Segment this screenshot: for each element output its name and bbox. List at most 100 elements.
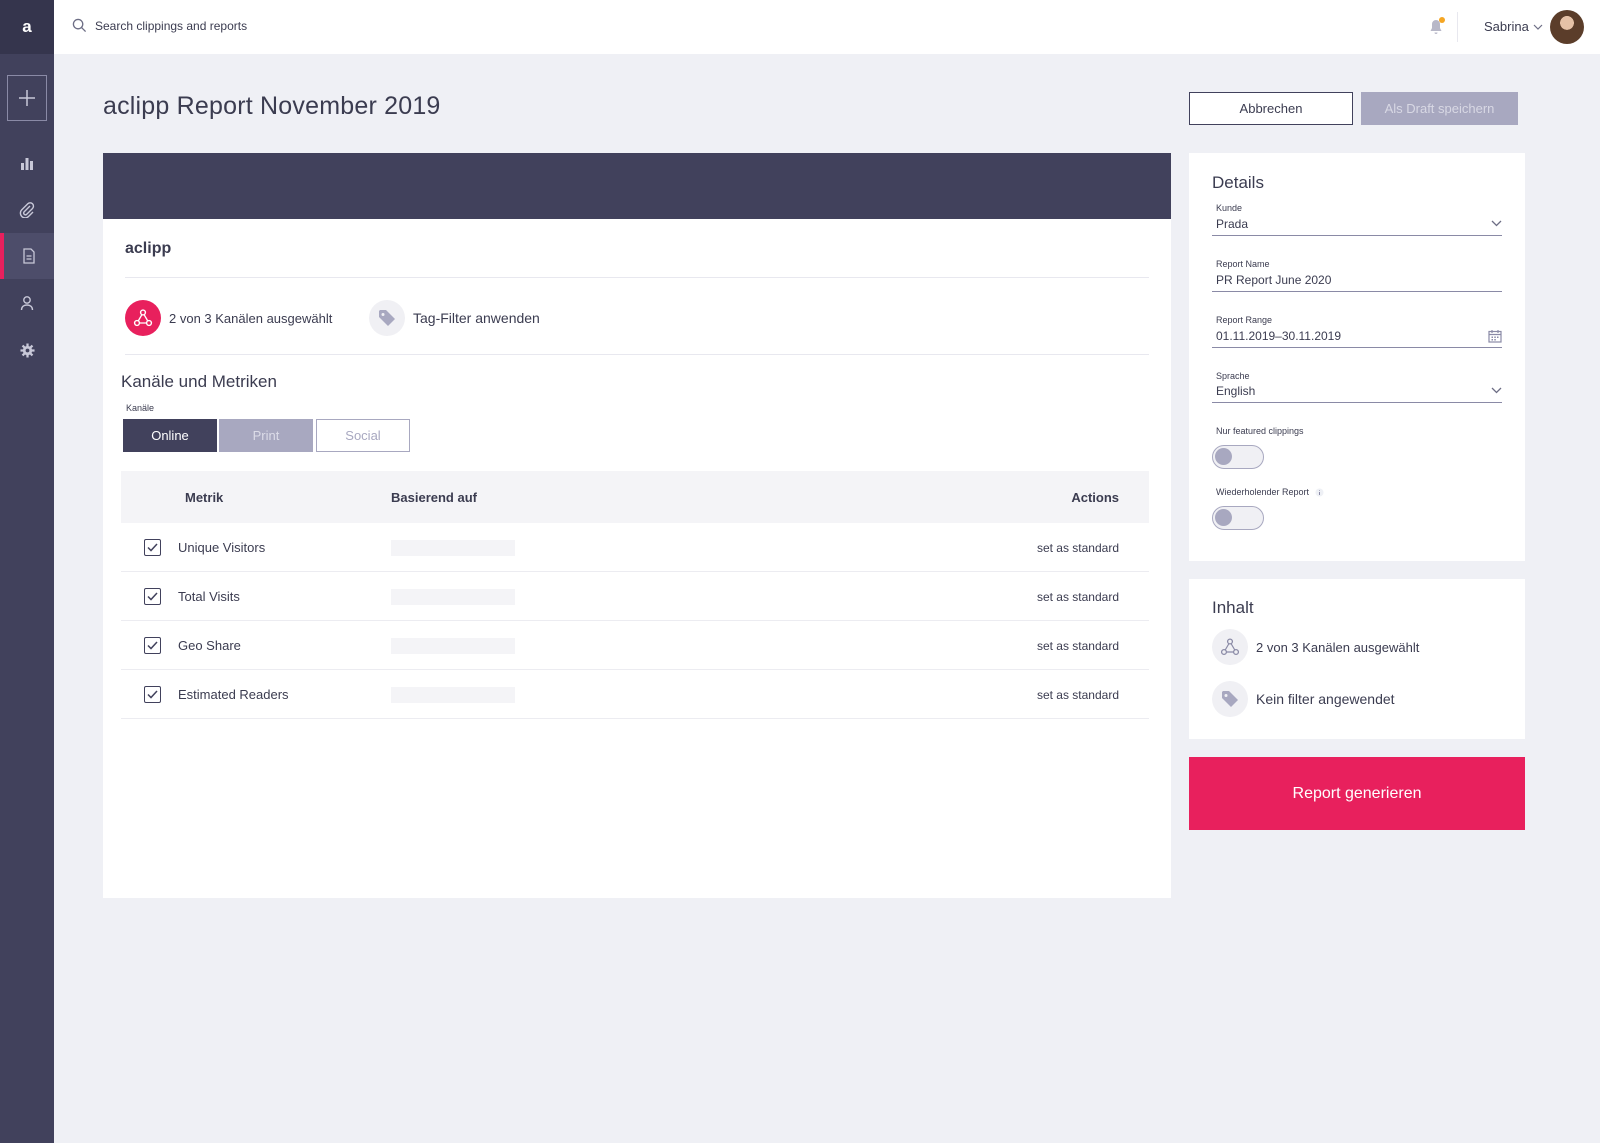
metric-label: Geo Share	[178, 638, 241, 653]
table-row: Estimated Readers set as standard	[121, 670, 1149, 719]
channels-label: Kanäle	[126, 403, 155, 413]
notification-bell[interactable]	[1426, 17, 1446, 37]
tab-social[interactable]: Social	[316, 419, 410, 452]
set-standard-link[interactable]: set as standard	[1037, 688, 1119, 702]
based-on-placeholder	[391, 687, 515, 703]
report-name-field[interactable]: PR Report June 2020	[1212, 268, 1502, 292]
tab-online[interactable]: Online	[123, 419, 217, 452]
sidebar-item-settings[interactable]	[0, 327, 54, 373]
tag-filter-button[interactable]: Tag-Filter anwenden	[369, 300, 540, 336]
bar-chart-icon	[21, 158, 33, 170]
checkmark-icon	[147, 690, 158, 699]
tag-icon-circle	[369, 300, 405, 336]
report-range-value: 01.11.2019–30.11.2019	[1216, 328, 1342, 343]
details-panel: Details Kunde Prada Report Name PR Repor…	[1189, 153, 1525, 561]
column-header-metric: Metrik	[185, 490, 224, 505]
section-title: Kanäle und Metriken	[121, 372, 277, 391]
content-filter-text: Kein filter angewendet	[1256, 691, 1395, 707]
user-icon	[20, 296, 34, 311]
app-logo[interactable]: a	[0, 0, 54, 54]
content-title: Inhalt	[1212, 598, 1254, 617]
cancel-button[interactable]: Abbrechen	[1189, 92, 1353, 125]
sidebar: a	[0, 0, 54, 1143]
based-on-placeholder	[391, 638, 515, 654]
search-icon	[72, 18, 87, 33]
column-header-based-on: Basierend auf	[391, 490, 477, 505]
row-checkbox[interactable]	[144, 539, 161, 556]
kunde-select[interactable]: Prada	[1212, 212, 1502, 236]
paperclip-icon	[19, 202, 35, 218]
checkmark-icon	[147, 592, 158, 601]
content-channels-row: 2 von 3 Kanälen ausgewählt	[1212, 629, 1419, 665]
chevron-down-icon	[1491, 387, 1502, 394]
metric-label: Total Visits	[178, 589, 240, 604]
checkmark-icon	[147, 543, 158, 552]
client-name: aclipp	[125, 240, 172, 257]
row-checkbox[interactable]	[144, 588, 161, 605]
toggle-knob	[1215, 509, 1232, 526]
table-row: Total Visits set as standard	[121, 572, 1149, 621]
calendar-icon[interactable]	[1488, 329, 1502, 343]
set-standard-link[interactable]: set as standard	[1037, 541, 1119, 555]
channels-selected-text: 2 von 3 Kanälen ausgewählt	[169, 310, 333, 326]
topbar: Sabrina	[54, 0, 1600, 54]
network-icon	[1220, 638, 1240, 656]
sidebar-item-clippings[interactable]	[0, 187, 54, 233]
sprache-value: English	[1216, 383, 1256, 398]
sprache-select[interactable]: English	[1212, 379, 1502, 403]
toggle-knob	[1215, 448, 1232, 465]
topbar-divider	[1457, 12, 1458, 42]
metric-label: Estimated Readers	[178, 687, 289, 702]
search-bar	[72, 18, 395, 33]
save-draft-button[interactable]: Als Draft speichern	[1361, 92, 1518, 125]
recurring-toggle[interactable]	[1212, 506, 1264, 530]
metric-label: Unique Visitors	[178, 540, 266, 555]
search-input[interactable]	[95, 18, 395, 33]
chevron-down-icon	[1533, 24, 1543, 30]
divider	[125, 277, 1149, 278]
report-card: aclipp 2 von 3 Kanälen ausgewählt Tag-Fi…	[103, 153, 1171, 898]
table-row: Unique Visitors set as standard	[121, 523, 1149, 572]
notification-dot	[1439, 17, 1445, 23]
add-button[interactable]	[7, 75, 47, 121]
set-standard-link[interactable]: set as standard	[1037, 590, 1119, 604]
info-icon[interactable]	[1315, 488, 1324, 497]
row-checkbox[interactable]	[144, 686, 161, 703]
gear-icon	[19, 342, 35, 358]
generate-report-button[interactable]: Report generieren	[1189, 757, 1525, 830]
set-standard-link[interactable]: set as standard	[1037, 639, 1119, 653]
plus-icon	[19, 90, 35, 106]
kunde-value: Prada	[1216, 216, 1249, 231]
channels-icon-circle	[1212, 629, 1248, 665]
tab-print[interactable]: Print	[219, 419, 313, 452]
sidebar-item-users[interactable]	[0, 280, 54, 326]
document-icon	[23, 248, 35, 264]
recurring-label-row: Wiederholender Report	[1216, 487, 1324, 497]
user-name: Sabrina	[1484, 19, 1529, 34]
report-range-field[interactable]: 01.11.2019–30.11.2019	[1212, 324, 1502, 348]
chevron-down-icon	[1491, 220, 1502, 227]
report-name-value: PR Report June 2020	[1216, 272, 1332, 287]
content-panel: Inhalt 2 von 3 Kanälen ausgewählt Kein f…	[1189, 579, 1525, 739]
details-title: Details	[1212, 173, 1264, 192]
sidebar-item-analytics[interactable]	[0, 140, 54, 186]
divider	[125, 354, 1149, 355]
tag-icon	[1222, 691, 1238, 707]
based-on-placeholder	[391, 540, 515, 556]
sidebar-item-reports[interactable]	[0, 233, 54, 279]
tag-icon-circle	[1212, 681, 1248, 717]
tag-icon	[379, 310, 395, 326]
avatar[interactable]	[1550, 10, 1584, 44]
table-row: Geo Share set as standard	[121, 621, 1149, 670]
row-checkbox[interactable]	[144, 637, 161, 654]
user-menu[interactable]: Sabrina	[1484, 19, 1543, 34]
based-on-placeholder	[391, 589, 515, 605]
column-header-actions: Actions	[1071, 490, 1119, 505]
channels-icon-circle	[125, 300, 161, 336]
content-filter-row: Kein filter angewendet	[1212, 681, 1395, 717]
featured-toggle[interactable]	[1212, 445, 1264, 469]
content-channels-text: 2 von 3 Kanälen ausgewählt	[1256, 639, 1420, 655]
featured-label: Nur featured clippings	[1216, 426, 1304, 436]
card-banner	[103, 153, 1171, 219]
channel-selector[interactable]: 2 von 3 Kanälen ausgewählt	[125, 300, 332, 336]
